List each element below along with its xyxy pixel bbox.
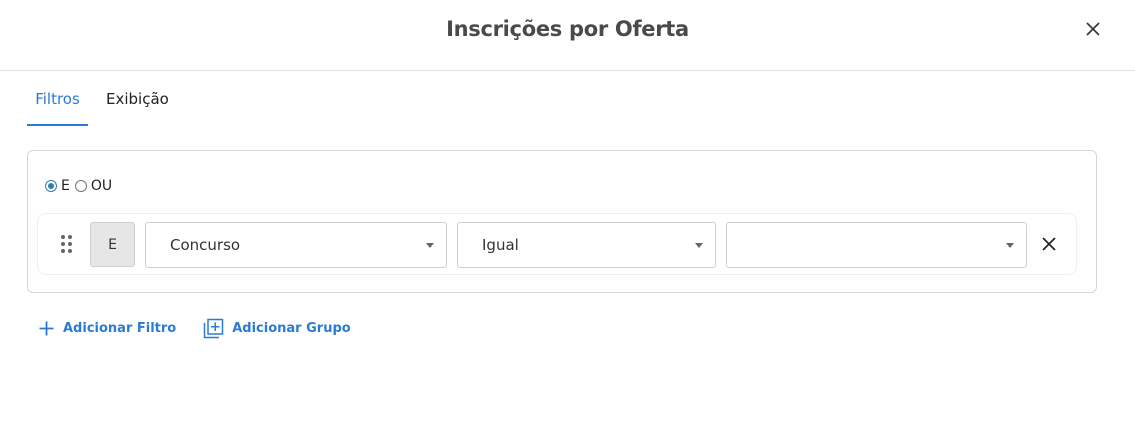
dialog-title: Inscrições por Oferta [446,17,689,41]
tab-exibicao[interactable]: Exibição [88,71,169,126]
filter-panel: E OU E Concurso Igual [27,150,1097,293]
add-group-label: Adicionar Grupo [232,321,351,336]
drag-handle-icon[interactable] [60,234,74,254]
radio-or[interactable] [74,180,87,192]
field-select[interactable]: Concurso [145,222,447,268]
radio-and[interactable] [45,180,57,192]
close-icon [1086,22,1100,36]
remove-filter-button[interactable] [1040,235,1058,253]
logic-selector: E OU [45,178,117,194]
field-select-value: Concurso [170,236,241,254]
filter-row: E Concurso Igual [37,213,1077,275]
radio-or-label: OU [90,178,113,194]
caret-down-icon [1006,243,1014,248]
operator-select-value: Igual [482,236,519,254]
plus-icon [39,321,54,336]
radio-and-label: E [61,178,70,194]
operator-select[interactable]: Igual [457,222,716,268]
caret-down-icon [426,243,434,248]
add-filter-label: Adicionar Filtro [63,321,177,336]
value-select[interactable] [726,222,1027,268]
caret-down-icon [695,243,703,248]
dialog-header: Inscrições por Oferta [0,0,1135,71]
close-dialog-button[interactable] [1082,18,1104,40]
add-group-icon [203,318,224,339]
tab-bar: Filtros Exibição [27,71,169,126]
connector-button[interactable]: E [90,222,135,267]
tab-filtros[interactable]: Filtros [27,71,88,126]
add-filter-button[interactable]: Adicionar Filtro [38,320,176,337]
filter-actions: Adicionar Filtro Adicionar Grupo [38,318,351,339]
close-icon [1042,237,1056,251]
add-group-button[interactable]: Adicionar Grupo [203,318,351,339]
